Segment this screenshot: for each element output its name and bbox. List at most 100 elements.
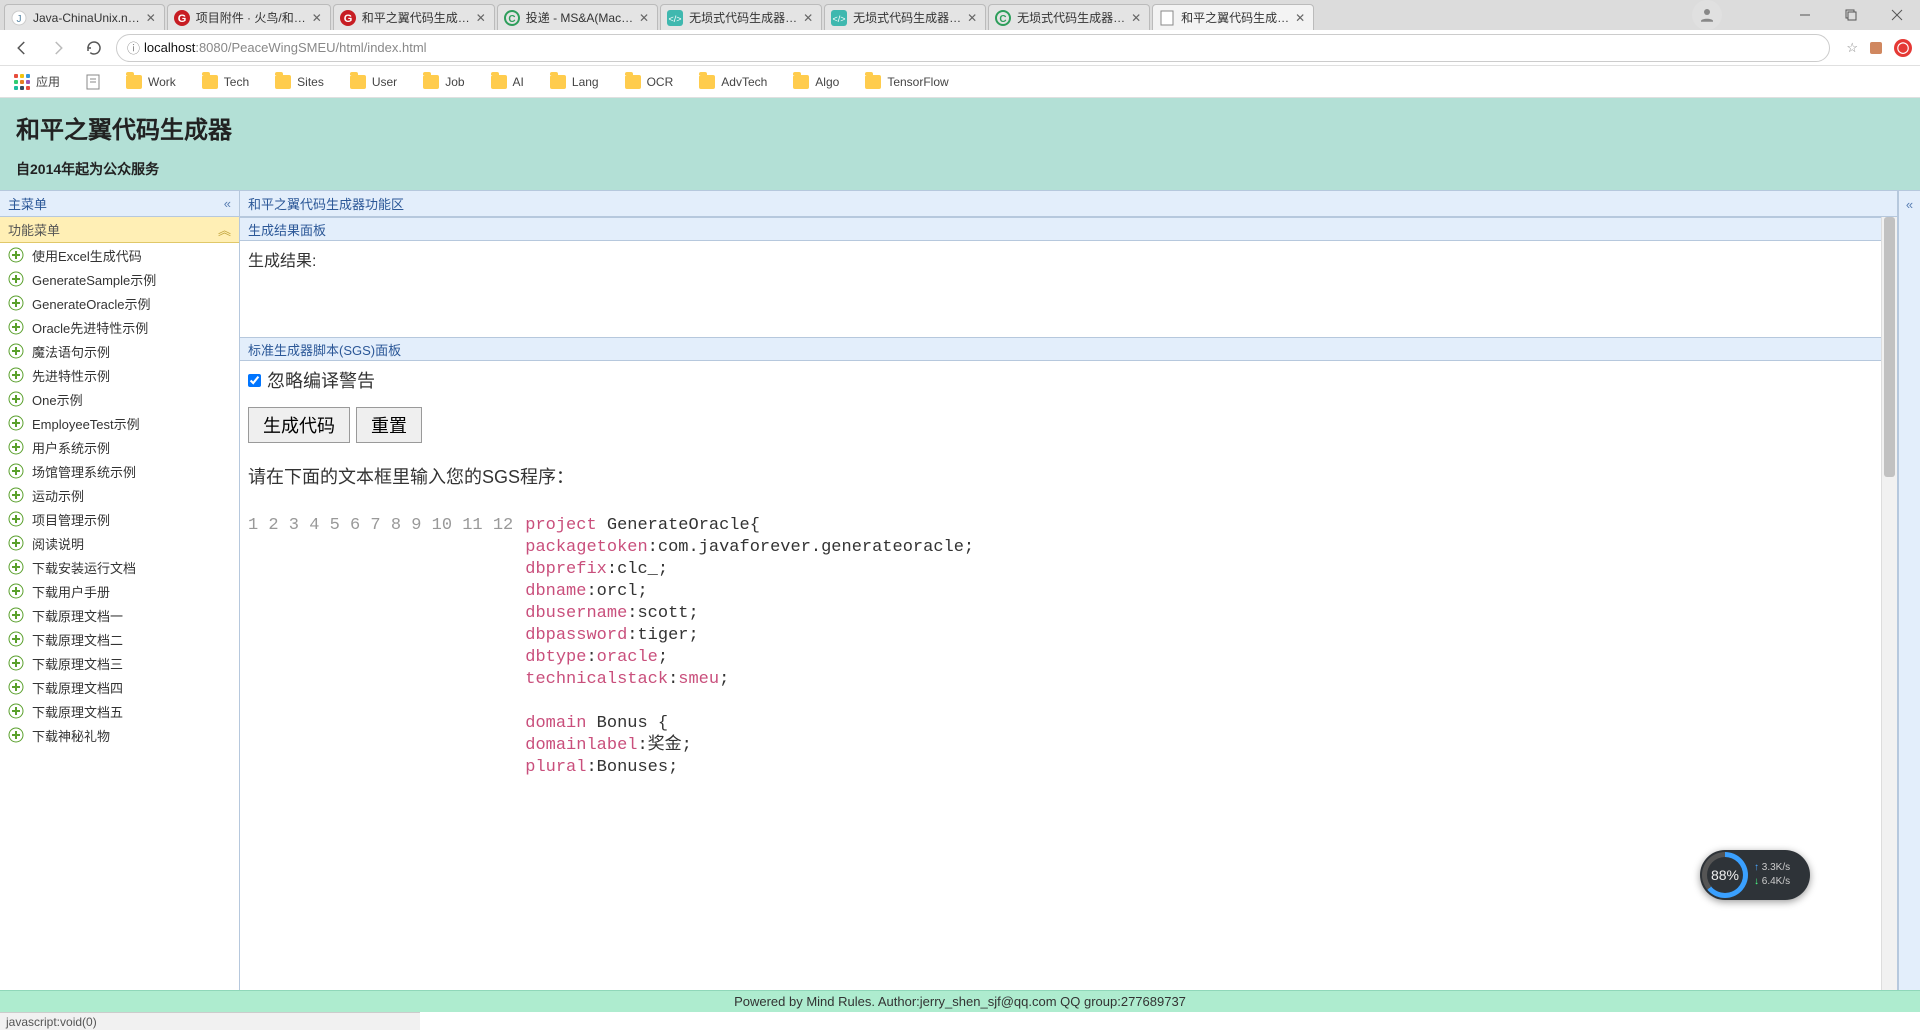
func-menu-label: 功能菜单 bbox=[8, 220, 60, 239]
bookmark-folder[interactable]: AI bbox=[485, 71, 530, 93]
bookmark-folder[interactable]: Lang bbox=[544, 71, 605, 93]
bookmark-folder[interactable]: Job bbox=[417, 71, 470, 93]
sidebar-item[interactable]: 用户系统示例 bbox=[0, 435, 239, 459]
bookmark-folder[interactable]: Work bbox=[120, 71, 182, 93]
result-label: 生成结果: bbox=[248, 253, 316, 270]
plus-icon bbox=[8, 559, 24, 575]
sidebar-item[interactable]: 下载安装运行文档 bbox=[0, 555, 239, 579]
folder-icon bbox=[699, 75, 715, 89]
sidebar-item[interactable]: 使用Excel生成代码 bbox=[0, 243, 239, 267]
tab-close-icon[interactable]: ✕ bbox=[965, 11, 979, 25]
plus-icon bbox=[8, 535, 24, 551]
plus-icon bbox=[8, 655, 24, 671]
func-menu-header[interactable]: 功能菜单 ︽ bbox=[0, 217, 239, 243]
sidebar-item[interactable]: GenerateOracle示例 bbox=[0, 291, 239, 315]
bookmark-label: OCR bbox=[647, 75, 674, 89]
bookmark-folder[interactable]: OCR bbox=[619, 71, 680, 93]
tab-close-icon[interactable]: ✕ bbox=[1129, 11, 1143, 25]
apps-button[interactable]: 应用 bbox=[8, 69, 66, 94]
address-input[interactable]: ⓘ localhost :8080 /PeaceWingSMEU/html/in… bbox=[116, 34, 1830, 62]
sidebar-item[interactable]: 下载原理文档三 bbox=[0, 651, 239, 675]
bookmark-label: Tech bbox=[224, 75, 249, 89]
bookmark-folder[interactable]: TensorFlow bbox=[859, 71, 954, 93]
browser-tab[interactable]: </>无埙式代码生成器…✕ bbox=[660, 4, 822, 30]
sidebar-item[interactable]: 下载用户手册 bbox=[0, 579, 239, 603]
network-widget[interactable]: 88% 3.3K/s 6.4K/s bbox=[1700, 850, 1810, 900]
sidebar-item[interactable]: 项目管理示例 bbox=[0, 507, 239, 531]
tab-close-icon[interactable]: ✕ bbox=[1293, 11, 1307, 25]
browser-tab[interactable]: C无埙式代码生成器…✕ bbox=[988, 4, 1150, 30]
sidebar-item[interactable]: 下载原理文档五 bbox=[0, 699, 239, 723]
browser-tab[interactable]: 和平之翼代码生成… ✕ bbox=[1152, 4, 1314, 30]
tab-title: 和平之翼代码生成… bbox=[1181, 9, 1289, 26]
right-panel-collapsed[interactable]: « bbox=[1898, 191, 1920, 996]
bookmark-folder[interactable]: AdvTech bbox=[693, 71, 773, 93]
plus-icon bbox=[8, 583, 24, 599]
reset-button[interactable]: 重置 bbox=[356, 407, 422, 443]
browser-tab[interactable]: C投递 - MS&A(Mac…✕ bbox=[497, 4, 658, 30]
browser-tab[interactable]: G和平之翼代码生成…✕ bbox=[333, 4, 495, 30]
sidebar-item[interactable]: 场馆管理系统示例 bbox=[0, 459, 239, 483]
sidebar-item[interactable]: EmployeeTest示例 bbox=[0, 411, 239, 435]
nav-reload-button[interactable] bbox=[80, 34, 108, 62]
status-bar: javascript:void(0) bbox=[0, 1012, 420, 1030]
sidebar-item[interactable]: 魔法语句示例 bbox=[0, 339, 239, 363]
chevron-up-icon[interactable]: ︽ bbox=[218, 220, 231, 239]
tab-close-icon[interactable]: ✕ bbox=[310, 11, 324, 25]
tab-close-icon[interactable]: ✕ bbox=[144, 11, 158, 25]
generate-button[interactable]: 生成代码 bbox=[248, 407, 350, 443]
sidebar-item-label: GenerateOracle示例 bbox=[32, 294, 151, 313]
bookmark-folder[interactable]: User bbox=[344, 71, 403, 93]
bookmark-folder[interactable]: Sites bbox=[269, 71, 330, 93]
collapse-right-icon[interactable]: « bbox=[1906, 197, 1913, 212]
sidebar-item[interactable]: 下载原理文档四 bbox=[0, 675, 239, 699]
nav-back-button[interactable] bbox=[8, 34, 36, 62]
tab-close-icon[interactable]: ✕ bbox=[474, 11, 488, 25]
sidebar-item[interactable]: 下载原理文档二 bbox=[0, 627, 239, 651]
bookmark-folder[interactable]: Tech bbox=[196, 71, 255, 93]
ignore-warn-checkbox[interactable] bbox=[248, 374, 261, 387]
main-menu-title[interactable]: 主菜单 « bbox=[0, 191, 239, 217]
page-subtitle: 自2014年起为公众服务 bbox=[16, 159, 1904, 179]
sidebar-item[interactable]: 先进特性示例 bbox=[0, 363, 239, 387]
extension-icon[interactable] bbox=[1868, 40, 1884, 56]
svg-text:</>: </> bbox=[833, 14, 846, 24]
bookmark-folder[interactable]: Algo bbox=[787, 71, 845, 93]
browser-tab[interactable]: JJava-ChinaUnix.n…✕ bbox=[4, 4, 165, 30]
sidebar-item-label: 用户系统示例 bbox=[32, 438, 110, 457]
plus-icon bbox=[8, 727, 24, 743]
tab-close-icon[interactable]: ✕ bbox=[637, 11, 651, 25]
adblock-icon[interactable]: ◯ bbox=[1894, 39, 1912, 57]
nav-forward-button[interactable] bbox=[44, 34, 72, 62]
ignore-warn-row[interactable]: 忽略编译警告 bbox=[248, 367, 1889, 393]
close-window-button[interactable] bbox=[1874, 0, 1920, 30]
sidebar-item-label: Oracle先进特性示例 bbox=[32, 318, 148, 337]
minimize-button[interactable] bbox=[1782, 0, 1828, 30]
net-up-rate: 3.3K/s bbox=[1754, 861, 1790, 875]
sidebar-item[interactable]: 下载神秘礼物 bbox=[0, 723, 239, 747]
browser-tab[interactable]: G项目附件 · 火鸟/和…✕ bbox=[167, 4, 331, 30]
maximize-button[interactable] bbox=[1828, 0, 1874, 30]
sidebar-item[interactable]: One示例 bbox=[0, 387, 239, 411]
tab-close-icon[interactable]: ✕ bbox=[801, 11, 815, 25]
plus-icon bbox=[8, 487, 24, 503]
code-editor[interactable]: 1 2 3 4 5 6 7 8 9 10 11 12 project Gener… bbox=[240, 515, 1897, 996]
svg-text:G: G bbox=[343, 13, 352, 25]
profile-avatar-icon[interactable] bbox=[1692, 0, 1722, 30]
sidebar-item-label: EmployeeTest示例 bbox=[32, 414, 140, 433]
sidebar-item[interactable]: 运动示例 bbox=[0, 483, 239, 507]
sidebar-item[interactable]: GenerateSample示例 bbox=[0, 267, 239, 291]
sidebar-item[interactable]: 阅读说明 bbox=[0, 531, 239, 555]
sidebar-item[interactable]: 下载原理文档一 bbox=[0, 603, 239, 627]
collapse-left-icon[interactable]: « bbox=[224, 196, 231, 211]
bookmark-star-icon[interactable]: ☆ bbox=[1846, 40, 1858, 56]
folder-icon bbox=[491, 75, 507, 89]
browser-tab[interactable]: </>无埙式代码生成器…✕ bbox=[824, 4, 986, 30]
sidebar-item[interactable]: Oracle先进特性示例 bbox=[0, 315, 239, 339]
sgs-panel-title: 标准生成器脚本(SGS)面板 bbox=[240, 337, 1897, 361]
center-scrollbar[interactable] bbox=[1881, 217, 1897, 996]
center-region: 和平之翼代码生成器功能区 生成结果面板 生成结果: 标准生成器脚本(SGS)面板… bbox=[240, 191, 1898, 996]
site-info-icon[interactable]: ⓘ bbox=[127, 38, 140, 57]
address-path: /PeaceWingSMEU/html/index.html bbox=[228, 40, 427, 55]
bookmark-page-icon[interactable] bbox=[80, 70, 106, 94]
